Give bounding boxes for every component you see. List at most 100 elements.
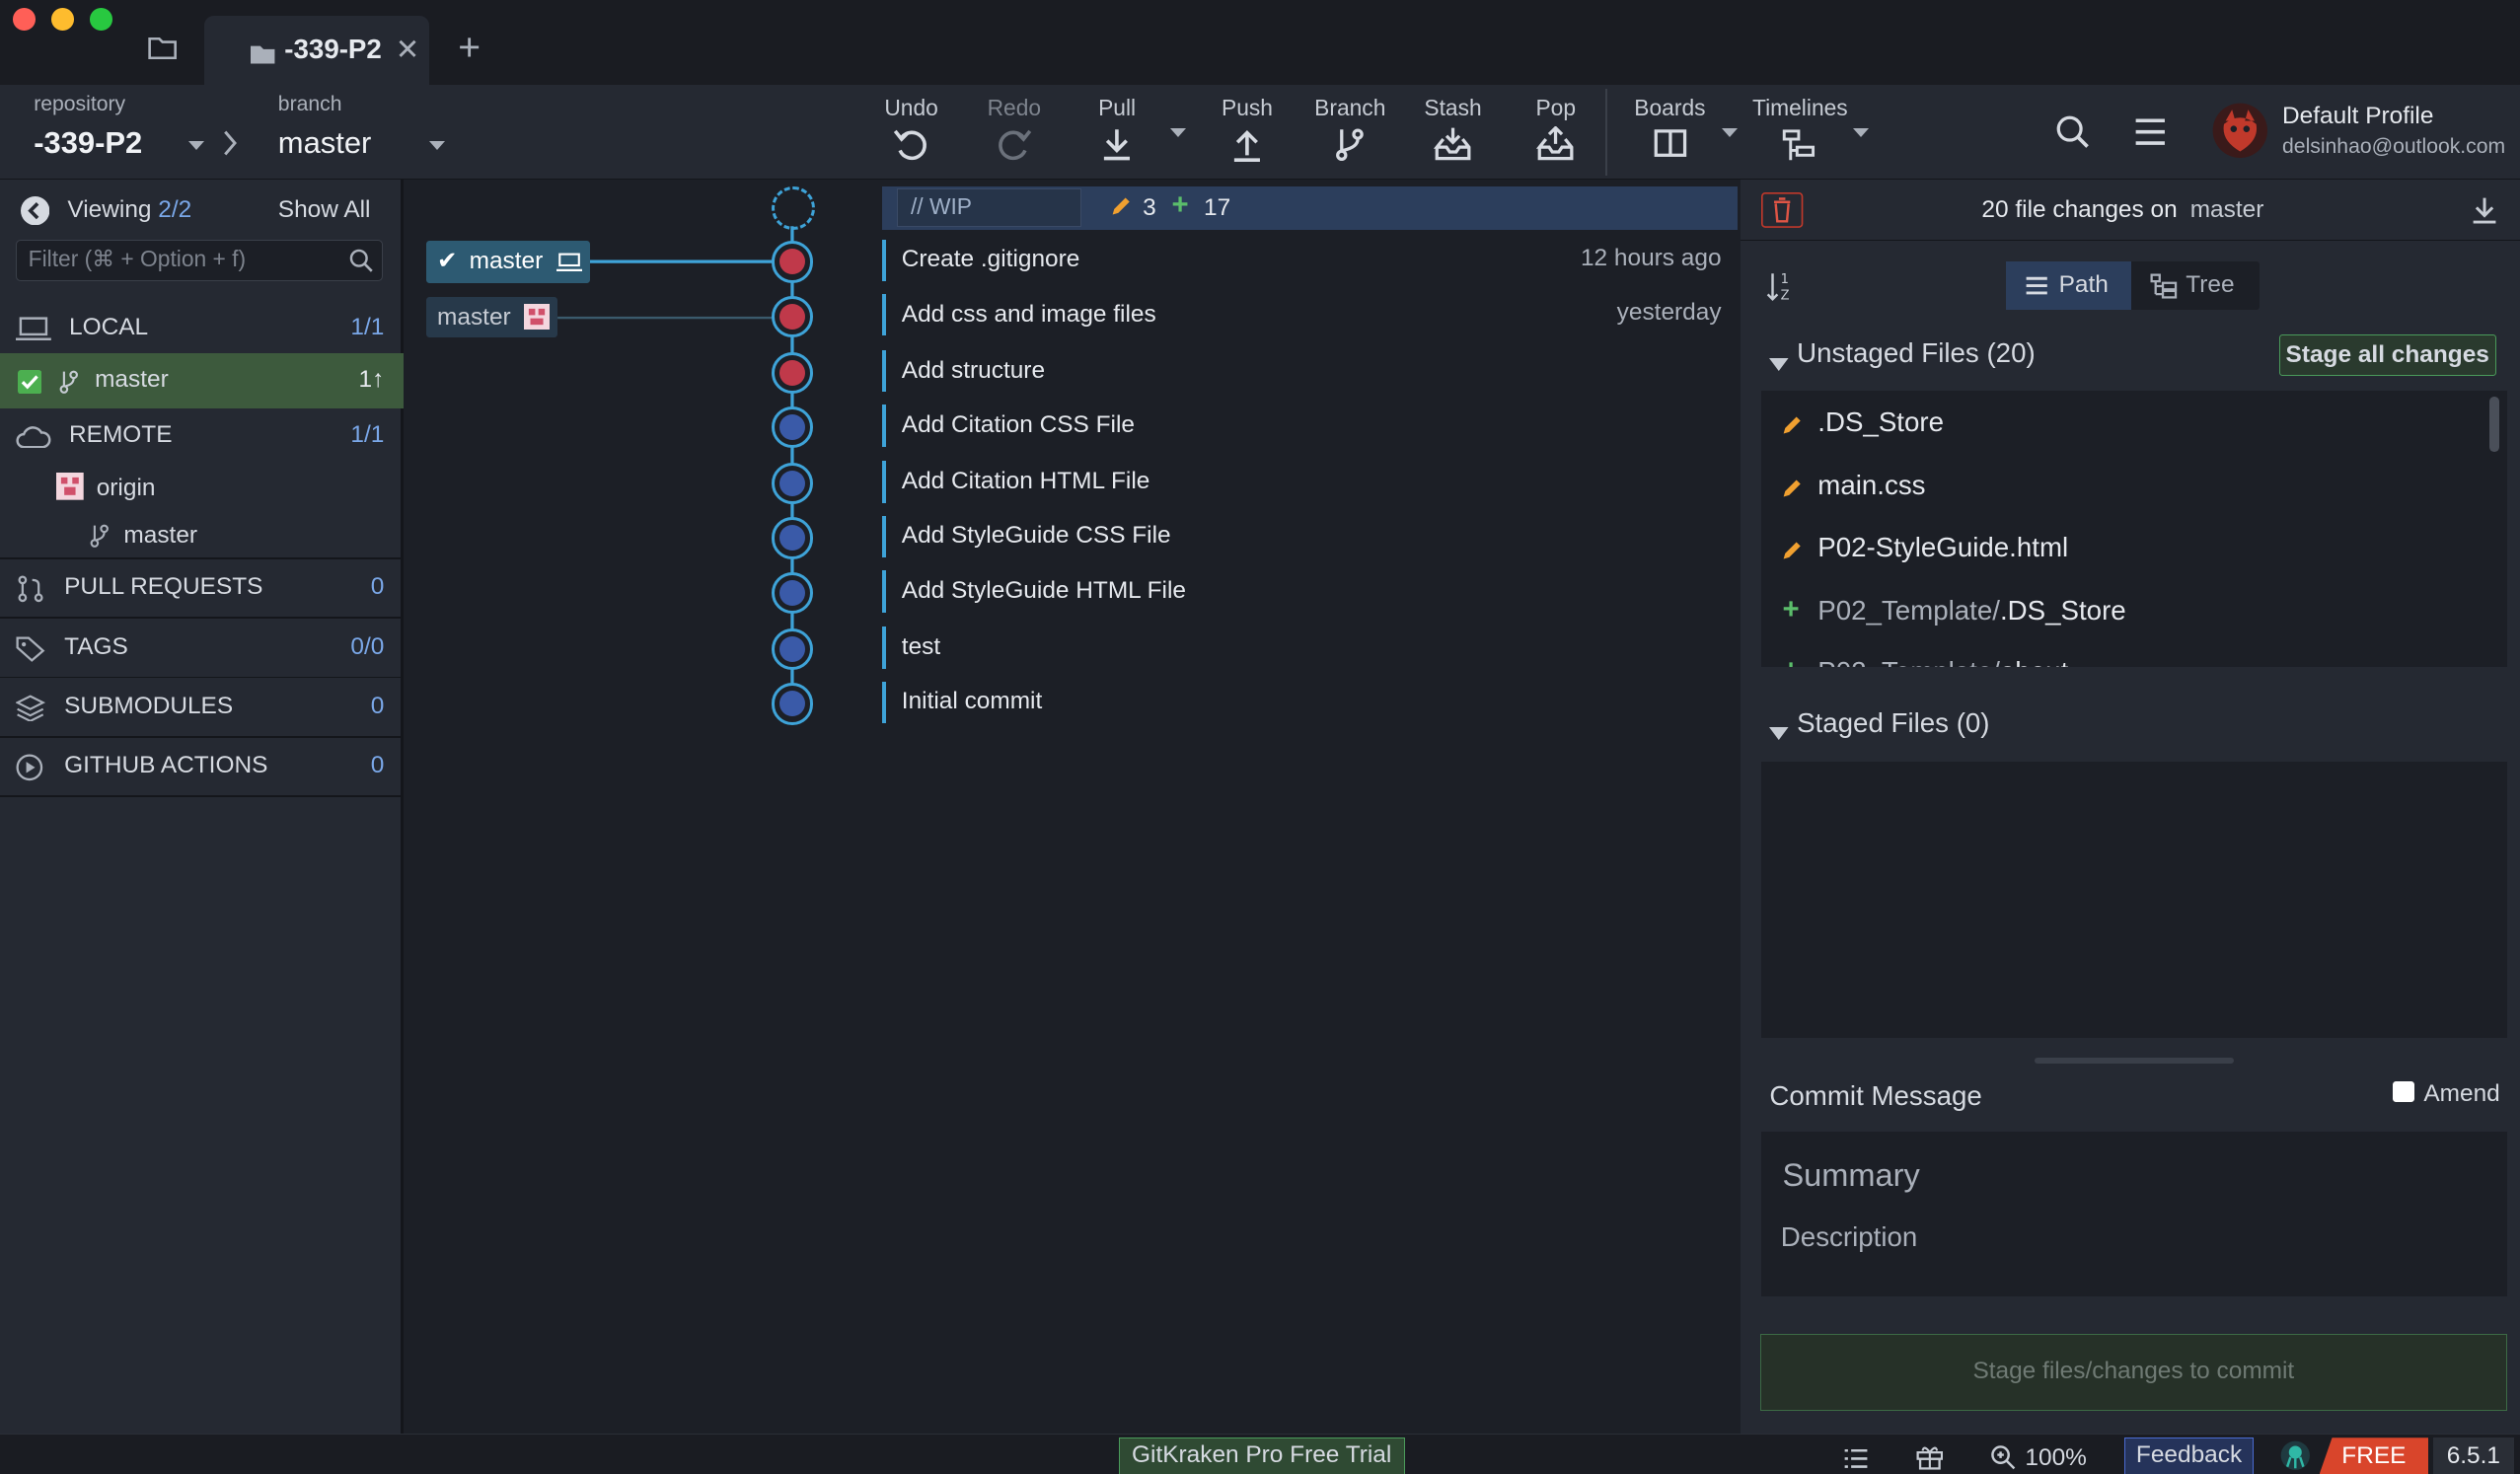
filter-input[interactable]: Filter (⌘ + Option + f): [16, 239, 383, 282]
commit-button[interactable]: Stage files/changes to commit: [1759, 1333, 2508, 1412]
remote-branch-ref[interactable]: master: [425, 297, 558, 338]
pull-requests-section[interactable]: PULL REQUESTS 0: [0, 560, 404, 615]
profile-name[interactable]: Default Profile: [2282, 103, 2433, 130]
file-row[interactable]: .DS_Store: [1761, 404, 2469, 449]
commit-node[interactable]: [771, 571, 814, 615]
undo-button[interactable]: Undo: [866, 95, 956, 175]
maximize-window-button[interactable]: [90, 8, 112, 31]
pro-trial-button[interactable]: GitKraken Pro Free Trial: [1118, 1437, 1405, 1474]
stage-all-changes-button[interactable]: Stage all changes: [2278, 333, 2496, 377]
discard-trash-icon[interactable]: [1761, 192, 1804, 235]
profile-avatar[interactable]: [2211, 102, 2269, 167]
chevron-right-icon: [222, 130, 238, 163]
wip-node[interactable]: [771, 185, 815, 230]
boards-chevron-icon[interactable]: [1721, 128, 1738, 137]
commit-row[interactable]: Add Citation CSS File: [882, 401, 1741, 455]
redo-button[interactable]: Redo: [969, 95, 1059, 175]
commit-node[interactable]: [771, 241, 814, 283]
submodules-section[interactable]: SUBMODULES 0: [0, 680, 404, 734]
close-window-button[interactable]: [13, 8, 36, 31]
gitkraken-logo-icon[interactable]: [2279, 1439, 2312, 1474]
timelines-chevron-icon[interactable]: [1853, 128, 1870, 137]
pop-icon: [1536, 125, 1574, 161]
minimize-window-button[interactable]: [51, 8, 74, 31]
pull-options-chevron-icon[interactable]: [1169, 128, 1186, 137]
pop-button[interactable]: Pop: [1511, 95, 1600, 175]
repository-label: repository: [34, 93, 126, 116]
checkbox-icon: [2393, 1081, 2414, 1103]
stash-button[interactable]: Stash: [1408, 95, 1498, 175]
sort-icon[interactable]: 1Z: [1766, 270, 1795, 310]
commit-message-box: Summary Description: [1761, 1131, 2508, 1297]
zoom-level[interactable]: 100%: [2025, 1444, 2086, 1472]
remote-branch-master[interactable]: master: [123, 522, 197, 550]
commit-row[interactable]: Add css and image files yesterday: [882, 289, 1741, 343]
unstaged-files-title[interactable]: Unstaged Files (20): [1797, 337, 2036, 369]
amend-checkbox[interactable]: Amend: [2393, 1080, 2500, 1108]
tags-section[interactable]: TAGS 0/0: [0, 621, 404, 675]
commit-node[interactable]: [771, 295, 814, 338]
commit-row[interactable]: Add StyleGuide HTML File: [882, 565, 1741, 620]
file-row[interactable]: P02-StyleGuide.html: [1761, 529, 2469, 574]
laptop-icon: [16, 317, 52, 340]
back-arrow-icon[interactable]: [21, 195, 50, 232]
branch-button[interactable]: Branch: [1305, 95, 1395, 175]
commit-node[interactable]: [771, 683, 814, 725]
description-input[interactable]: Description: [1781, 1221, 1918, 1253]
boards-button[interactable]: Boards: [1625, 95, 1715, 175]
scrollbar[interactable]: [2489, 397, 2499, 452]
pencil-icon: [1784, 416, 1802, 434]
chevron-down-icon[interactable]: [428, 141, 445, 150]
file-row[interactable]: main.css: [1761, 466, 2469, 511]
new-tab-button[interactable]: +: [458, 29, 481, 67]
wip-summary-input[interactable]: // WIP: [896, 187, 1082, 227]
search-icon[interactable]: [2055, 114, 2091, 157]
commit-row[interactable]: Add structure: [882, 345, 1741, 400]
gift-icon[interactable]: [1916, 1444, 1944, 1474]
repository-selector[interactable]: -339-P2: [34, 125, 142, 161]
commit-row[interactable]: Add Citation HTML File: [882, 457, 1741, 511]
github-actions-section[interactable]: GITHUB ACTIONS 0: [0, 739, 404, 793]
chevron-down-icon[interactable]: [187, 141, 204, 150]
left-sidebar: Viewing 2/2 Show All Filter (⌘ + Option …: [0, 180, 404, 1434]
commit-row[interactable]: Initial commit: [882, 677, 1741, 731]
zoom-icon[interactable]: [1990, 1444, 2016, 1474]
caret-down-icon[interactable]: [1769, 716, 1789, 747]
staged-files-title[interactable]: Staged Files (0): [1797, 707, 1989, 739]
commit-node[interactable]: [771, 517, 814, 559]
summary-input[interactable]: Summary: [1782, 1157, 1919, 1194]
file-row[interactable]: + P02_Template/about...: [1761, 652, 2469, 667]
divider: [0, 557, 404, 559]
svg-text:Z: Z: [1781, 288, 1790, 302]
resize-handle[interactable]: [2035, 1057, 2235, 1065]
path-view-button[interactable]: Path: [2005, 261, 2131, 311]
push-button[interactable]: Push: [1202, 95, 1292, 175]
commit-row[interactable]: test: [882, 622, 1741, 676]
commit-node[interactable]: [771, 351, 814, 395]
list-icon[interactable]: [1843, 1445, 1869, 1473]
local-section[interactable]: LOCAL 1/1: [0, 301, 404, 355]
local-branch-master[interactable]: master 1↑: [0, 353, 404, 408]
remote-section[interactable]: REMOTE 1/1: [0, 408, 404, 463]
caret-down-icon[interactable]: [1769, 347, 1789, 378]
pull-button[interactable]: Pull: [1072, 95, 1161, 175]
commit-row[interactable]: Create .gitignore 12 hours ago: [882, 235, 1741, 289]
remote-origin[interactable]: origin: [97, 475, 156, 502]
local-branch-ref[interactable]: ✔ master: [425, 241, 590, 283]
show-all-button[interactable]: Show All: [278, 196, 371, 224]
folder-icon[interactable]: [148, 36, 177, 66]
close-tab-icon[interactable]: ✕: [396, 33, 420, 67]
toolbar: repository -339-P2 branch master Undo Re…: [0, 85, 2520, 181]
divider: [1741, 239, 2520, 242]
timelines-button[interactable]: Timelines: [1752, 95, 1849, 175]
free-plan-badge[interactable]: FREE: [2319, 1437, 2429, 1474]
commit-row[interactable]: Add StyleGuide CSS File: [882, 511, 1741, 565]
divider: [0, 676, 404, 679]
repo-tab[interactable]: -339-P2 ✕: [203, 16, 429, 86]
menu-icon[interactable]: [2134, 117, 2167, 153]
file-row[interactable]: + P02_Template/.DS_Store: [1761, 591, 2469, 636]
download-icon[interactable]: [2472, 196, 2497, 232]
tree-view-button[interactable]: Tree: [2131, 261, 2260, 310]
feedback-button[interactable]: Feedback: [2124, 1437, 2254, 1474]
branch-selector[interactable]: master: [278, 125, 372, 161]
